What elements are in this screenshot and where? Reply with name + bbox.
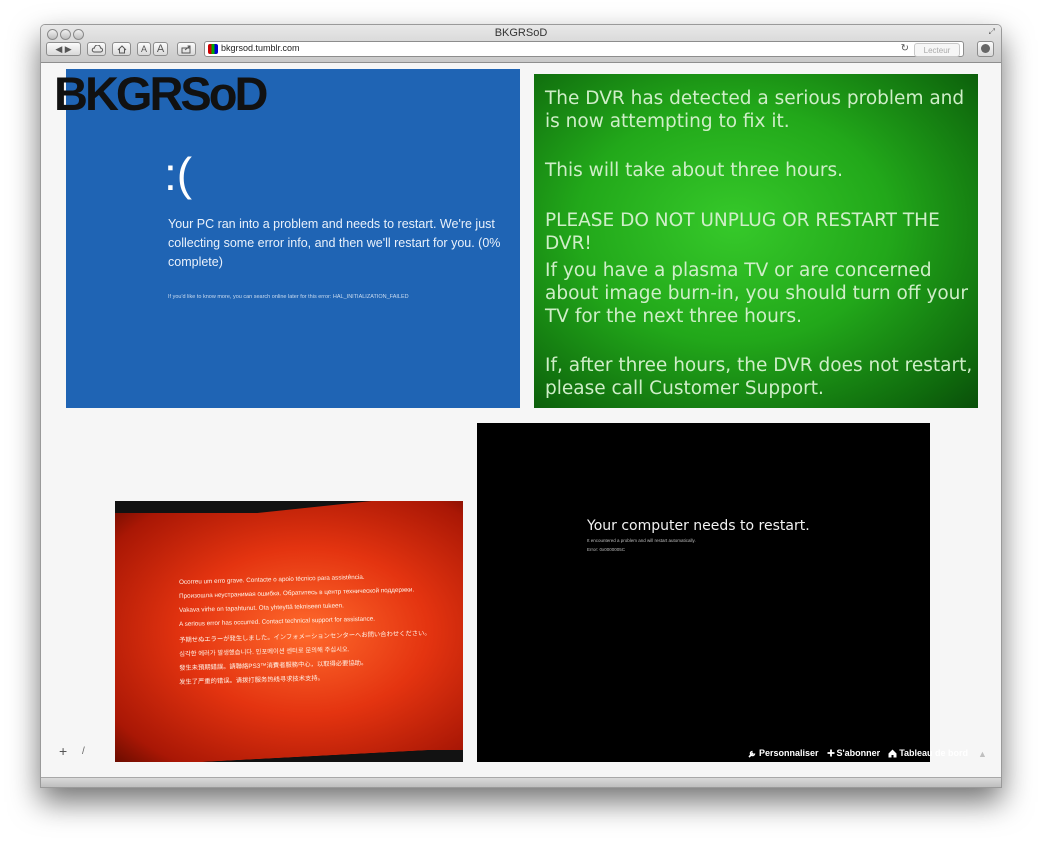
plus-icon — [827, 749, 835, 757]
window-title: BKGRSoD — [494, 27, 548, 39]
back-forward-buttons[interactable]: ◀ ▶ — [46, 42, 81, 56]
page-content: BKGRSoD :( Your PC ran into a problem an… — [41, 63, 1001, 777]
dvr-line: This will take about three hours. — [545, 160, 843, 181]
ps3-line: 发生了严重的错误。请拨打服务热线寻求技术支持。 — [179, 674, 325, 686]
address-bar[interactable]: bkgrsod.tumblr.com ↻ Lecteur — [204, 41, 964, 57]
home-icon — [117, 44, 126, 53]
cloud-icon — [91, 45, 103, 53]
fullscreen-icon[interactable]: ⤢ — [989, 27, 995, 37]
dashboard-label: Tableau de bord — [899, 748, 969, 758]
text-smaller-button[interactable]: A — [137, 42, 151, 56]
reload-icon[interactable]: ↻ — [901, 43, 909, 54]
ps3-line: A serious error has occurred. Contact te… — [179, 615, 376, 628]
nav-plus[interactable]: + — [59, 743, 67, 759]
wrench-icon — [748, 750, 756, 758]
window-bottom-bar — [41, 777, 1001, 787]
dashboard-button[interactable]: Tableau de bord — [888, 748, 968, 758]
house-icon — [888, 749, 897, 757]
nav-slash[interactable]: / — [82, 746, 85, 757]
restart-error-code: Error: 0x0000005C — [587, 547, 626, 552]
follow-button[interactable]: S'abonner — [827, 748, 881, 758]
site-favicon-icon — [208, 44, 218, 54]
post-ps3-error[interactable]: Ocorreu um erro grave. Contacte o apoio … — [115, 501, 463, 762]
tumblr-controls: Personnaliser S'abonner Tableau de bord — [748, 746, 968, 760]
ps3-line: 予期せぬエラーが発生しました。インフォメーションセンターへお問い合わせください。 — [179, 629, 431, 644]
bsod-message: Your PC ran into a problem and needs to … — [168, 217, 501, 269]
ps3-line: Ocorreu um erro grave. Contacte o apoio … — [179, 573, 365, 586]
dvr-line: PLEASE DO NOT UNPLUG OR RESTART THE DVR! — [545, 210, 940, 254]
ps3-line: 發生未預期錯誤。請聯絡PS3™消費者服務中心，以取得必要協助。 — [179, 659, 368, 672]
dvr-line: If, after three hours, the DVR does not … — [545, 355, 973, 399]
share-button[interactable] — [177, 42, 196, 56]
restart-subtitle: It encountered a problem and will restar… — [587, 538, 696, 543]
ps3-line: 심각한 에러가 발생했습니다. 인포메이션 센터로 문의해 주십시오. — [179, 646, 350, 658]
blog-logo[interactable]: BKGRSoD — [54, 70, 268, 117]
reader-button[interactable]: Lecteur — [914, 43, 960, 57]
downloads-button[interactable] — [977, 41, 994, 57]
follow-label: S'abonner — [836, 748, 881, 758]
post-restart-screen[interactable]: Your computer needs to restart. It encou… — [477, 423, 930, 762]
share-icon — [181, 45, 191, 53]
ps3-line: Произошла неустранимая ошибка. Обратитес… — [179, 586, 415, 600]
restart-title: Your computer needs to restart. — [587, 518, 810, 534]
sad-face: :( — [164, 148, 193, 200]
dvr-line: If you have a plasma TV or are concerned… — [545, 260, 968, 327]
icloud-tabs-button[interactable] — [87, 42, 106, 56]
post-dvr-error[interactable]: The DVR has detected a serious problem a… — [534, 74, 978, 408]
bsod-error-code: If you'd like to know more, you can sear… — [168, 294, 409, 300]
dvr-line: The DVR has detected a serious problem a… — [545, 88, 965, 132]
scroll-top-icon[interactable]: ▲ — [978, 749, 987, 759]
ps3-dark-edge — [115, 750, 463, 762]
home-button[interactable] — [112, 42, 131, 56]
ps3-dark-edge — [115, 501, 463, 513]
text-larger-button[interactable]: A — [153, 42, 168, 56]
browser-window: BKGRSoD ⤢ ◀ ▶ A A bkgrsod.tumblr.com ↻ L… — [40, 24, 1002, 788]
title-bar: BKGRSoD ⤢ ◀ ▶ A A bkgrsod.tumblr.com ↻ L… — [41, 25, 1001, 63]
download-icon — [981, 44, 990, 53]
ps3-line: Vakava virhe on tapahtunut. Ota yhteyttä… — [179, 602, 344, 614]
customize-button[interactable]: Personnaliser — [748, 748, 819, 758]
url-field[interactable]: bkgrsod.tumblr.com — [221, 43, 300, 53]
customize-label: Personnaliser — [759, 748, 819, 758]
